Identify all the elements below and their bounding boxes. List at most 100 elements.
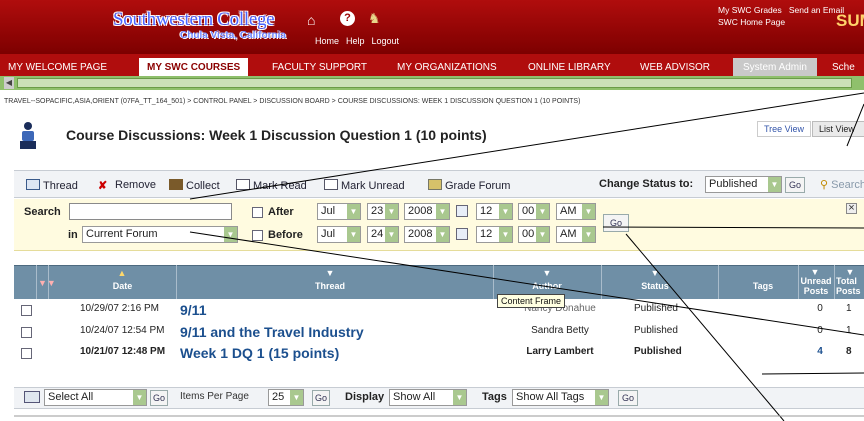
row-checkbox[interactable] bbox=[21, 305, 32, 316]
status-go-button[interactable]: Go bbox=[785, 177, 805, 193]
logout-icon[interactable]: ♞ bbox=[368, 10, 381, 27]
collect-button[interactable]: Collect bbox=[169, 179, 220, 192]
thread-label: Thread bbox=[43, 180, 78, 192]
row-status: Published bbox=[634, 346, 682, 357]
row-total: 1 bbox=[846, 303, 852, 314]
after-checkbox[interactable] bbox=[252, 207, 263, 218]
home-page-link[interactable]: SWC Home Page bbox=[718, 17, 785, 27]
before-month-select[interactable]: Jul ▼ bbox=[317, 226, 361, 243]
before-year-select[interactable]: 2008 ▼ bbox=[404, 226, 450, 243]
search-go-button[interactable]: Go bbox=[603, 214, 629, 232]
thread-link[interactable]: Week 1 DQ 1 (15 points) bbox=[180, 345, 339, 361]
before-ampm-select[interactable]: AM ▼ bbox=[556, 226, 596, 243]
before-day-value: 24 bbox=[371, 228, 384, 240]
items-per-page-value: 25 bbox=[272, 391, 285, 403]
sum-badge[interactable]: SUM bbox=[836, 11, 864, 31]
grades-link[interactable]: My SWC Grades bbox=[718, 5, 782, 15]
before-day-select[interactable]: 24 ▼ bbox=[367, 226, 399, 243]
col-date[interactable]: Date bbox=[80, 281, 165, 291]
tree-view-button[interactable]: Tree View bbox=[757, 121, 812, 137]
thread-button[interactable]: Thread bbox=[26, 179, 78, 192]
items-per-page-go-button[interactable]: Go bbox=[312, 390, 330, 406]
items-per-page-label: Items Per Page bbox=[180, 391, 249, 402]
row-unread[interactable]: 4 bbox=[815, 346, 825, 357]
col-total-line2: Posts bbox=[836, 286, 861, 296]
tags-select[interactable]: Show All Tags ▼ bbox=[512, 389, 609, 406]
thread-link[interactable]: 9/11 and the Travel Industry bbox=[180, 324, 364, 340]
table-row[interactable]: 10/24/07 12:54 PM 9/11 and the Travel In… bbox=[14, 322, 864, 342]
before-minute-select[interactable]: 00 ▼ bbox=[518, 226, 550, 243]
mark-unread-button[interactable]: Mark Unread bbox=[324, 179, 405, 192]
scrollbar-thumb[interactable] bbox=[17, 78, 852, 88]
breadcrumb[interactable]: TRAVEL--SOPACIFIC,ASIA,ORIENT (07FA_TT_1… bbox=[4, 98, 580, 105]
before-checkbox[interactable] bbox=[252, 230, 263, 241]
select-all-select[interactable]: Select All ▼ bbox=[44, 389, 147, 406]
close-icon[interactable]: × bbox=[846, 203, 857, 214]
scroll-left-icon[interactable]: ◀ bbox=[4, 77, 14, 89]
college-logo[interactable]: Southwestern College bbox=[113, 9, 275, 31]
after-hour-select[interactable]: 12 ▼ bbox=[476, 203, 513, 220]
status-select[interactable]: Published ▼ bbox=[705, 176, 782, 193]
grade-forum-button[interactable]: Grade Forum bbox=[428, 179, 510, 192]
after-minute-select[interactable]: 00 ▼ bbox=[518, 203, 550, 220]
tab-my-organizations[interactable]: MY ORGANIZATIONS bbox=[397, 62, 497, 73]
search-input[interactable] bbox=[69, 203, 232, 220]
mark-unread-label: Mark Unread bbox=[341, 180, 405, 192]
col-unread-posts[interactable]: Unread Posts bbox=[799, 276, 833, 296]
calendar-icon[interactable] bbox=[456, 228, 468, 240]
col-unread-line1: Unread bbox=[800, 276, 832, 286]
help-icon[interactable]: ? bbox=[340, 11, 355, 26]
remove-button[interactable]: ✘ Remove bbox=[98, 179, 156, 192]
sort-arrow-icon[interactable]: ▼▼ bbox=[38, 278, 56, 288]
after-day-select[interactable]: 23 ▼ bbox=[367, 203, 399, 220]
col-status[interactable]: Status bbox=[615, 281, 695, 291]
tab-system-admin[interactable]: System Admin bbox=[733, 58, 817, 76]
discussion-person-icon bbox=[20, 122, 36, 149]
calendar-icon[interactable] bbox=[456, 205, 468, 217]
table-row[interactable]: 10/21/07 12:48 PM Week 1 DQ 1 (15 points… bbox=[14, 343, 864, 363]
after-year-select[interactable]: 2008 ▼ bbox=[404, 203, 450, 220]
col-thread[interactable]: Thread bbox=[280, 281, 380, 291]
after-minute-value: 00 bbox=[522, 205, 535, 217]
before-month-value: Jul bbox=[321, 228, 336, 240]
row-status: Published bbox=[634, 325, 678, 336]
sort-down-icon: ▼ bbox=[325, 268, 335, 278]
tags-go-button[interactable]: Go bbox=[618, 390, 638, 406]
tab-online-library[interactable]: ONLINE LIBRARY bbox=[528, 62, 611, 73]
col-author[interactable]: Author bbox=[507, 281, 587, 291]
display-select[interactable]: Show All ▼ bbox=[389, 389, 467, 406]
list-view-button[interactable]: List View bbox=[812, 121, 864, 137]
thread-link[interactable]: 9/11 bbox=[180, 302, 206, 318]
select-all-go-button[interactable]: Go bbox=[150, 390, 168, 406]
search-scope-select[interactable]: Current Forum ▼ bbox=[82, 226, 238, 243]
select-all-icon bbox=[24, 391, 40, 403]
home-icon[interactable]: ⌂ bbox=[307, 12, 315, 28]
sort-down-icon: ▼ bbox=[650, 268, 660, 278]
chevron-down-icon: ▼ bbox=[133, 390, 146, 405]
tags-label: Tags bbox=[482, 391, 507, 403]
thread-icon bbox=[26, 179, 40, 190]
col-tags[interactable]: Tags bbox=[738, 281, 788, 291]
sort-down-icon: ▼ bbox=[542, 268, 552, 278]
tab-my-swc-courses[interactable]: MY SWC COURSES bbox=[139, 58, 249, 76]
table-row[interactable]: 10/29/07 2:16 PM 9/11 Nancy Donahue Publ… bbox=[14, 301, 864, 321]
home-link[interactable]: Home bbox=[315, 36, 339, 46]
row-checkbox[interactable] bbox=[21, 327, 32, 338]
tab-web-advisor[interactable]: WEB ADVISOR bbox=[640, 62, 710, 73]
after-ampm-select[interactable]: AM ▼ bbox=[556, 203, 596, 220]
search-button[interactable]: ⚲ Search bbox=[820, 178, 864, 191]
after-month-select[interactable]: Jul ▼ bbox=[317, 203, 361, 220]
items-per-page-select[interactable]: 25 ▼ bbox=[268, 389, 304, 406]
chevron-down-icon: ▼ bbox=[595, 390, 608, 405]
tab-schedule[interactable]: Sche bbox=[832, 62, 855, 73]
before-hour-select[interactable]: 12 ▼ bbox=[476, 226, 513, 243]
help-link[interactable]: Help bbox=[346, 36, 365, 46]
tab-my-welcome-page[interactable]: MY WELCOME PAGE bbox=[8, 62, 107, 73]
after-day-value: 23 bbox=[371, 205, 384, 217]
mark-read-button[interactable]: Mark Read bbox=[236, 179, 307, 192]
tab-faculty-support[interactable]: FACULTY SUPPORT bbox=[272, 62, 367, 73]
logout-link[interactable]: Logout bbox=[372, 36, 400, 46]
row-checkbox[interactable] bbox=[21, 348, 32, 359]
chevron-down-icon: ▼ bbox=[224, 227, 237, 242]
col-total-posts[interactable]: Total Posts bbox=[836, 276, 864, 296]
